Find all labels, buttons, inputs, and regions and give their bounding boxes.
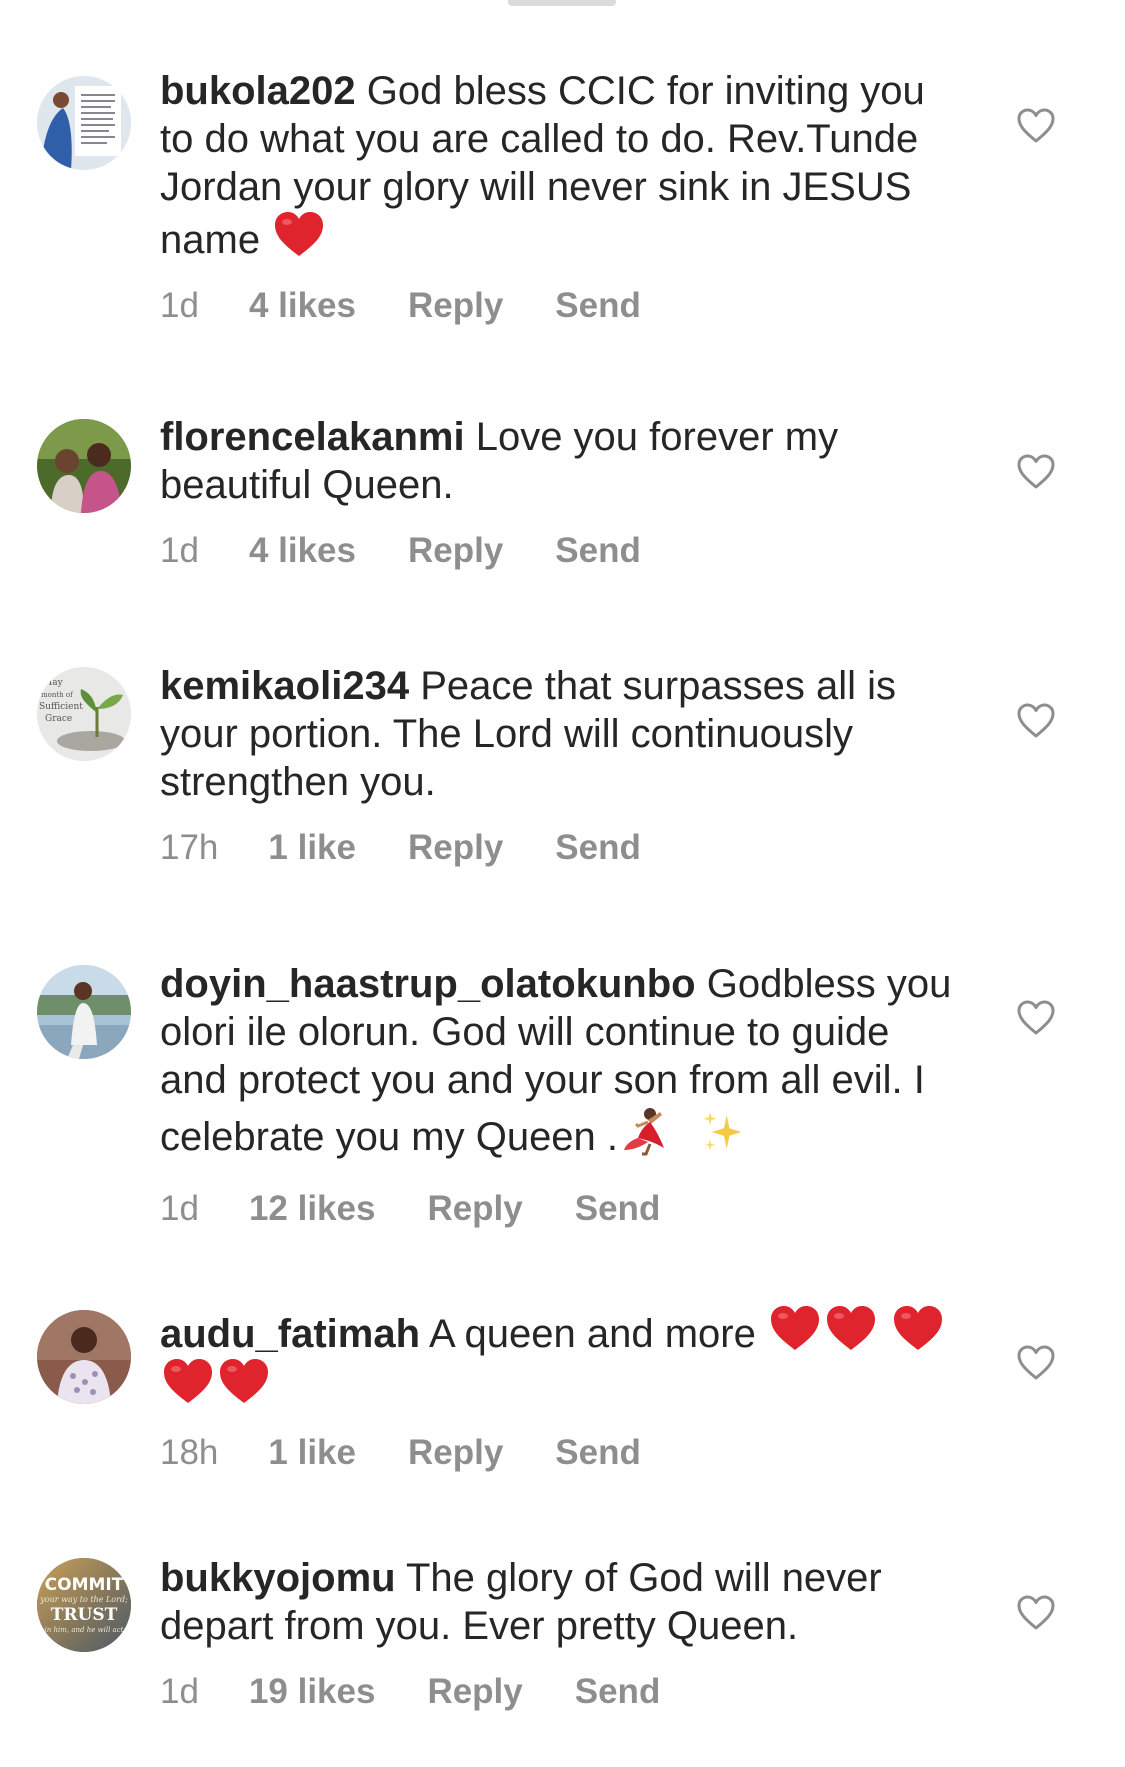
comment-username[interactable]: audu_fatimah	[160, 1312, 420, 1356]
comment-age: 1d	[160, 531, 199, 570]
comment-age: 1d	[160, 1672, 199, 1711]
avatar-caption: month of	[41, 691, 74, 699]
heart-icon[interactable]	[1017, 1595, 1055, 1631]
comment-text: kemikaoli234 Peace that surpasses all is…	[160, 662, 960, 806]
heart-icon[interactable]	[1017, 1345, 1055, 1381]
send-button[interactable]: Send	[575, 1189, 661, 1229]
comment-meta: 1d 4 likes Reply Send	[160, 531, 960, 571]
comment-meta: 1d 4 likes Reply Send	[160, 286, 960, 326]
red-heart-icon	[825, 1305, 877, 1353]
likes-count[interactable]: 12 likes	[249, 1189, 376, 1229]
comment-meta: 18h 1 like Reply Send	[160, 1433, 960, 1473]
heart-icon[interactable]	[1017, 108, 1055, 144]
avatar-caption: Sufficient	[39, 702, 83, 712]
comment-body: audu_fatimah A queen and more 18h 1 like…	[160, 1305, 960, 1473]
red-heart-icon	[892, 1305, 944, 1353]
comment-username[interactable]: bukkyojomu	[160, 1556, 396, 1600]
avatar-caption: in him, and he will act	[45, 1626, 124, 1634]
avatar[interactable]: May month of Sufficient Grace	[37, 667, 131, 761]
heart-icon[interactable]	[1017, 703, 1055, 739]
comment-text: doyin_haastrup_olatokunbo Godbless you o…	[160, 960, 960, 1167]
avatar[interactable]: COMMIT your way to the Lord; TRUST in hi…	[37, 1558, 131, 1652]
reply-button[interactable]: Reply	[427, 1672, 522, 1712]
avatar-caption: TRUST	[51, 1605, 118, 1625]
comment-body: kemikaoli234 Peace that surpasses all is…	[160, 662, 960, 868]
comment-body: doyin_haastrup_olatokunbo Godbless you o…	[160, 960, 960, 1229]
likes-count[interactable]: 4 likes	[249, 286, 356, 326]
avatar[interactable]	[37, 419, 131, 513]
likes-count[interactable]: 1 like	[268, 1433, 356, 1473]
comment-body: bukola202 God bless CCIC for inviting yo…	[160, 67, 960, 326]
comment-text: bukkyojomu The glory of God will never d…	[160, 1554, 960, 1650]
send-button[interactable]: Send	[555, 531, 641, 571]
comment-username[interactable]: florencelakanmi	[160, 415, 465, 459]
comment-meta: 1d 12 likes Reply Send	[160, 1189, 960, 1229]
avatar-caption: your way to the Lord;	[39, 1595, 128, 1604]
avatar-caption: COMMIT	[45, 1575, 124, 1595]
dancer-icon	[620, 1104, 672, 1167]
reply-button[interactable]: Reply	[408, 1433, 503, 1473]
sheet-drag-handle[interactable]	[508, 0, 616, 6]
send-button[interactable]: Send	[555, 1433, 641, 1473]
comment-body: florencelakanmi Love you forever my beau…	[160, 413, 960, 571]
reply-button[interactable]: Reply	[427, 1189, 522, 1229]
red-heart-icon	[273, 211, 325, 259]
comment-age: 18h	[160, 1433, 219, 1472]
comment-username[interactable]: doyin_haastrup_olatokunbo	[160, 962, 696, 1006]
likes-count[interactable]: 4 likes	[249, 531, 356, 571]
comment-message: A queen and more	[428, 1312, 756, 1356]
send-button[interactable]: Send	[555, 286, 641, 326]
comment-text: florencelakanmi Love you forever my beau…	[160, 413, 960, 509]
avatar[interactable]	[37, 76, 131, 170]
likes-count[interactable]: 1 like	[268, 828, 356, 868]
send-button[interactable]: Send	[555, 828, 641, 868]
comment-meta: 1d 19 likes Reply Send	[160, 1672, 960, 1712]
reply-button[interactable]: Reply	[408, 828, 503, 868]
comment-text: audu_fatimah A queen and more	[160, 1305, 960, 1411]
send-button[interactable]: Send	[575, 1672, 661, 1712]
red-heart-icon	[218, 1358, 270, 1406]
avatar[interactable]	[37, 1310, 131, 1404]
red-heart-icon	[162, 1358, 214, 1406]
comment-age: 1d	[160, 1189, 199, 1228]
avatar-caption: Grace	[45, 714, 72, 724]
likes-count[interactable]: 19 likes	[249, 1672, 376, 1712]
heart-icon[interactable]	[1017, 454, 1055, 490]
comment-username[interactable]: bukola202	[160, 69, 356, 113]
comment-body: bukkyojomu The glory of God will never d…	[160, 1554, 960, 1712]
avatar[interactable]	[37, 965, 131, 1059]
comment-meta: 17h 1 like Reply Send	[160, 828, 960, 868]
sparkles-icon	[699, 1108, 747, 1167]
reply-button[interactable]: Reply	[408, 286, 503, 326]
heart-icon[interactable]	[1017, 1000, 1055, 1036]
comment-username[interactable]: kemikaoli234	[160, 664, 409, 708]
comment-age: 1d	[160, 286, 199, 325]
red-heart-icon	[769, 1305, 821, 1353]
comment-text: bukola202 God bless CCIC for inviting yo…	[160, 67, 960, 264]
avatar-caption: May	[43, 678, 64, 688]
comment-age: 17h	[160, 828, 219, 867]
reply-button[interactable]: Reply	[408, 531, 503, 571]
